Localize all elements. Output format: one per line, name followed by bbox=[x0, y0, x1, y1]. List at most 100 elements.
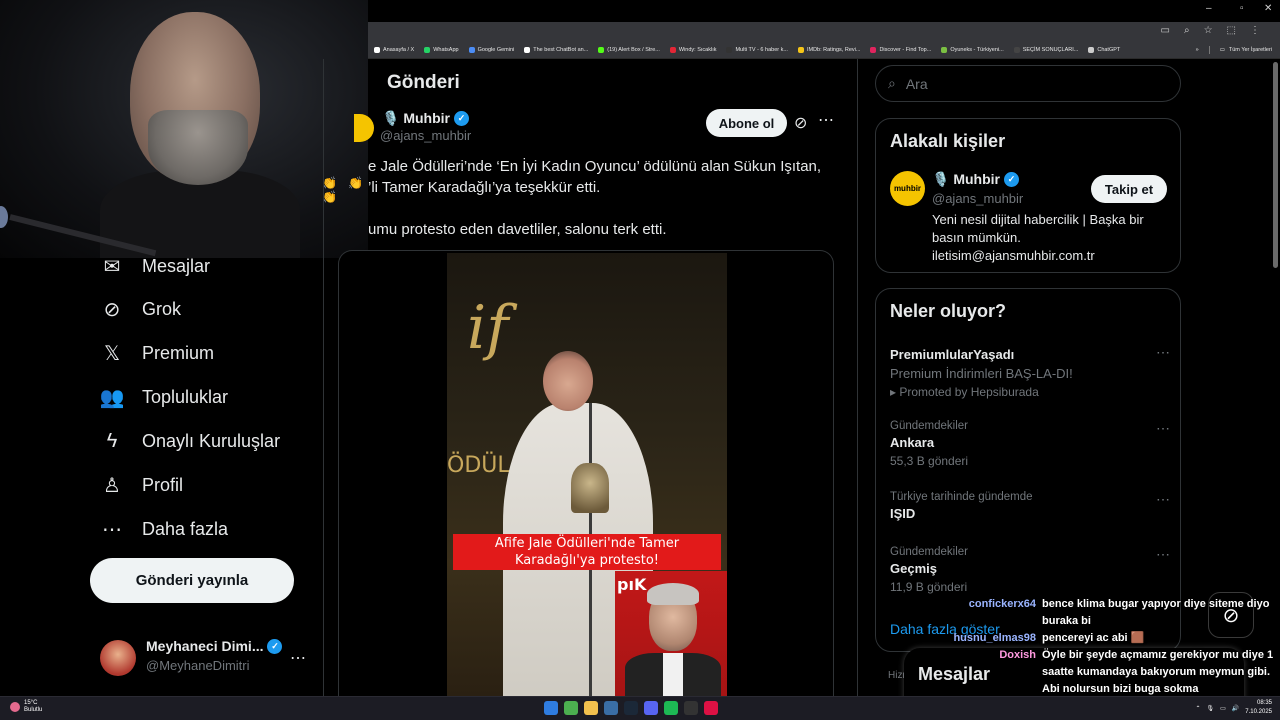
post-media[interactable]: if ÖDÜL Afife Jale Ödülleri'nde Tamer Ka… bbox=[338, 250, 834, 696]
video-person-head bbox=[543, 351, 593, 411]
bookmark-item[interactable]: Discover - Find Top... bbox=[870, 47, 931, 53]
scrollbar[interactable] bbox=[1273, 62, 1278, 268]
bookmark-item[interactable]: Oyuneks - Türkiyeni... bbox=[941, 47, 1004, 53]
obs-icon[interactable] bbox=[604, 701, 618, 715]
network-icon[interactable]: ▭ bbox=[1220, 705, 1226, 712]
volume-icon[interactable]: 🔊 bbox=[1232, 705, 1239, 712]
author-name-row[interactable]: 🎙️ Muhbir ✓ bbox=[382, 110, 469, 127]
account-handle: @MeyhaneDimitri bbox=[146, 658, 250, 673]
follow-button[interactable]: Takip et bbox=[1091, 175, 1167, 203]
search-input[interactable]: ⌕ Ara bbox=[875, 65, 1181, 102]
nav-messages-label: Mesajlar bbox=[142, 255, 211, 276]
video-inset-text: pıK bbox=[617, 575, 647, 594]
nav-grok[interactable]: ⊘ Grok bbox=[100, 297, 181, 321]
video-caption: Afife Jale Ödülleri'nde Tamer Karadağlı'… bbox=[453, 534, 721, 570]
bookmark-item[interactable]: Anasayfa / X bbox=[374, 47, 414, 53]
menu-icon[interactable]: ⋮ bbox=[1250, 25, 1260, 36]
bookmark-favicon-icon bbox=[424, 47, 431, 53]
bookmark-item[interactable]: Windy: Sıcaklık bbox=[669, 47, 716, 53]
column-divider bbox=[323, 59, 324, 696]
maximize-icon[interactable]: ▫ bbox=[1240, 3, 1244, 14]
search-placeholder: Ara bbox=[905, 75, 928, 92]
bookmark-item[interactable]: IMDb: Ratings, Revi... bbox=[797, 47, 860, 53]
inset-person-shirt bbox=[663, 653, 683, 696]
clock-time: 08:35 bbox=[1256, 700, 1272, 706]
trend-meta: Türkiye tarihinde gündemde bbox=[890, 491, 1033, 503]
more-icon[interactable]: ⋯ bbox=[818, 110, 834, 130]
bookmark-item[interactable]: Multi TV - 6 haber k... bbox=[726, 47, 788, 53]
discord-icon[interactable] bbox=[644, 701, 658, 715]
trend-item[interactable]: Türkiye tarihinde gündemde IŞID ⋯ bbox=[890, 491, 1170, 521]
account-switcher[interactable]: Meyhaneci Dimi... ✓ @MeyhaneDimitri ⋯ bbox=[100, 636, 312, 680]
file-explorer-icon[interactable] bbox=[584, 701, 598, 715]
chat-message: confickerx64 bence klima bugar yapıyor di… bbox=[940, 596, 1276, 630]
trend-title: PremiumlularYaşadı bbox=[890, 347, 1015, 362]
more-icon[interactable]: ⋯ bbox=[1156, 420, 1170, 437]
close-icon[interactable]: ✕ bbox=[1264, 3, 1272, 14]
mic-icon[interactable]: 🎙 bbox=[1207, 705, 1215, 712]
chevron-up-icon[interactable]: ⌃ bbox=[1195, 705, 1200, 712]
lightning-icon: ϟ bbox=[106, 429, 118, 452]
bookmark-item[interactable]: Google Gemini bbox=[468, 47, 514, 53]
nav-premium[interactable]: 𝕏 Premium bbox=[100, 341, 214, 365]
more-icon[interactable]: ⋯ bbox=[1156, 344, 1170, 361]
star-icon[interactable]: ☆ bbox=[1204, 25, 1213, 36]
grok-icon: ⊘ bbox=[103, 298, 121, 321]
more-icon[interactable]: ⋯ bbox=[290, 648, 306, 668]
bookmark-label: (19) Alert Box / Stre... bbox=[607, 47, 660, 53]
nav-verified-orgs[interactable]: ϟ Onaylı Kuruluşlar bbox=[100, 429, 280, 453]
nav-profile[interactable]: ♙ Profil bbox=[100, 473, 183, 497]
author-avatar[interactable] bbox=[354, 114, 374, 142]
nav-messages[interactable]: ✉ Mesajlar bbox=[100, 254, 210, 278]
bookmarks-bar: Anasayfa / X WhatsApp Google Gemini The bes… bbox=[368, 42, 1280, 59]
trend-item[interactable]: Gündemdekiler Ankara 55,3 B gönderi ⋯ bbox=[890, 420, 1170, 468]
trend-item[interactable]: PremiumlularYaşadı Premium İndirimleri B… bbox=[890, 344, 1170, 399]
grok-icon[interactable]: ⊘ bbox=[794, 113, 807, 133]
weather-widget[interactable]: 15°C Bulutlu bbox=[10, 700, 42, 714]
post-text-line: ’li Tamer Karadağlı’ya teşekkür etti. bbox=[368, 179, 601, 196]
author-name: 🎙️ Muhbir bbox=[382, 110, 450, 126]
clock[interactable]: 08:35 7.10.2025 bbox=[1245, 699, 1272, 717]
trend-promoted-label: Promoted by Hepsiburada bbox=[899, 385, 1039, 399]
bookmarks-more-icon[interactable]: » bbox=[1196, 47, 1199, 53]
minimize-icon[interactable]: – bbox=[1206, 3, 1212, 14]
trend-meta: Gündemdekiler bbox=[890, 420, 968, 432]
bookmark-item[interactable]: WhatsApp bbox=[424, 47, 459, 53]
related-title: Alakalı kişiler bbox=[890, 131, 1006, 151]
related-people-card: Alakalı kişiler muhbir 🎙️ Muhbir ✓ @ajan… bbox=[875, 118, 1181, 273]
weather-icon bbox=[10, 702, 20, 712]
microphone bbox=[0, 206, 8, 228]
steam-icon[interactable] bbox=[624, 701, 638, 715]
app-icon[interactable] bbox=[704, 701, 718, 715]
nav-communities[interactable]: 👥 Topluluklar bbox=[100, 385, 229, 409]
bookmark-label: The best ChatBot an... bbox=[533, 47, 589, 53]
browser-toolbar: ▭ ⌕ ☆ ⬚ ⋮ bbox=[368, 22, 1280, 42]
trend-item[interactable]: Gündemdekiler Geçmiş 11,9 B gönderi ⋯ bbox=[890, 546, 1170, 594]
app-icon[interactable] bbox=[684, 701, 698, 715]
bookmark-item[interactable]: The best ChatBot an... bbox=[524, 47, 588, 53]
taskbar-apps bbox=[544, 701, 718, 715]
zoom-icon[interactable]: ⌕ bbox=[1184, 25, 1190, 36]
bookmark-item[interactable]: (19) Alert Box / Stre... bbox=[598, 47, 660, 53]
bookmark-item[interactable]: SEÇİM SONUÇLARI... bbox=[1013, 47, 1078, 53]
spotify-icon[interactable] bbox=[664, 701, 678, 715]
subscribe-button[interactable]: Abone ol bbox=[706, 109, 787, 137]
chrome-icon[interactable] bbox=[564, 701, 578, 715]
bookmark-item[interactable]: ChatGPT bbox=[1088, 47, 1120, 53]
related-handle[interactable]: @ajans_muhbir bbox=[932, 191, 1023, 206]
windows-start-icon[interactable] bbox=[544, 701, 558, 715]
all-bookmarks-link[interactable]: Tüm Yer İşaretleri bbox=[1229, 47, 1272, 53]
more-icon[interactable]: ⋯ bbox=[1156, 491, 1170, 508]
x-logo-icon: 𝕏 bbox=[103, 342, 121, 365]
nav-communities-label: Topluluklar bbox=[142, 386, 229, 407]
nav-more[interactable]: ⋯ Daha fazla bbox=[100, 517, 228, 541]
post-button[interactable]: Gönderi yayınla bbox=[90, 558, 294, 603]
video-player[interactable]: if ÖDÜL Afife Jale Ödülleri'nde Tamer Ka… bbox=[447, 253, 727, 696]
extensions-icon[interactable]: ⬚ bbox=[1227, 25, 1236, 36]
more-icon[interactable]: ⋯ bbox=[1156, 546, 1170, 563]
related-name-row[interactable]: 🎙️ Muhbir ✓ bbox=[932, 171, 1019, 188]
bookmark-favicon-icon bbox=[1088, 47, 1095, 53]
related-avatar[interactable]: muhbir bbox=[890, 171, 925, 206]
cast-icon[interactable]: ▭ bbox=[1161, 25, 1170, 36]
author-handle[interactable]: @ajans_muhbir bbox=[380, 128, 471, 143]
